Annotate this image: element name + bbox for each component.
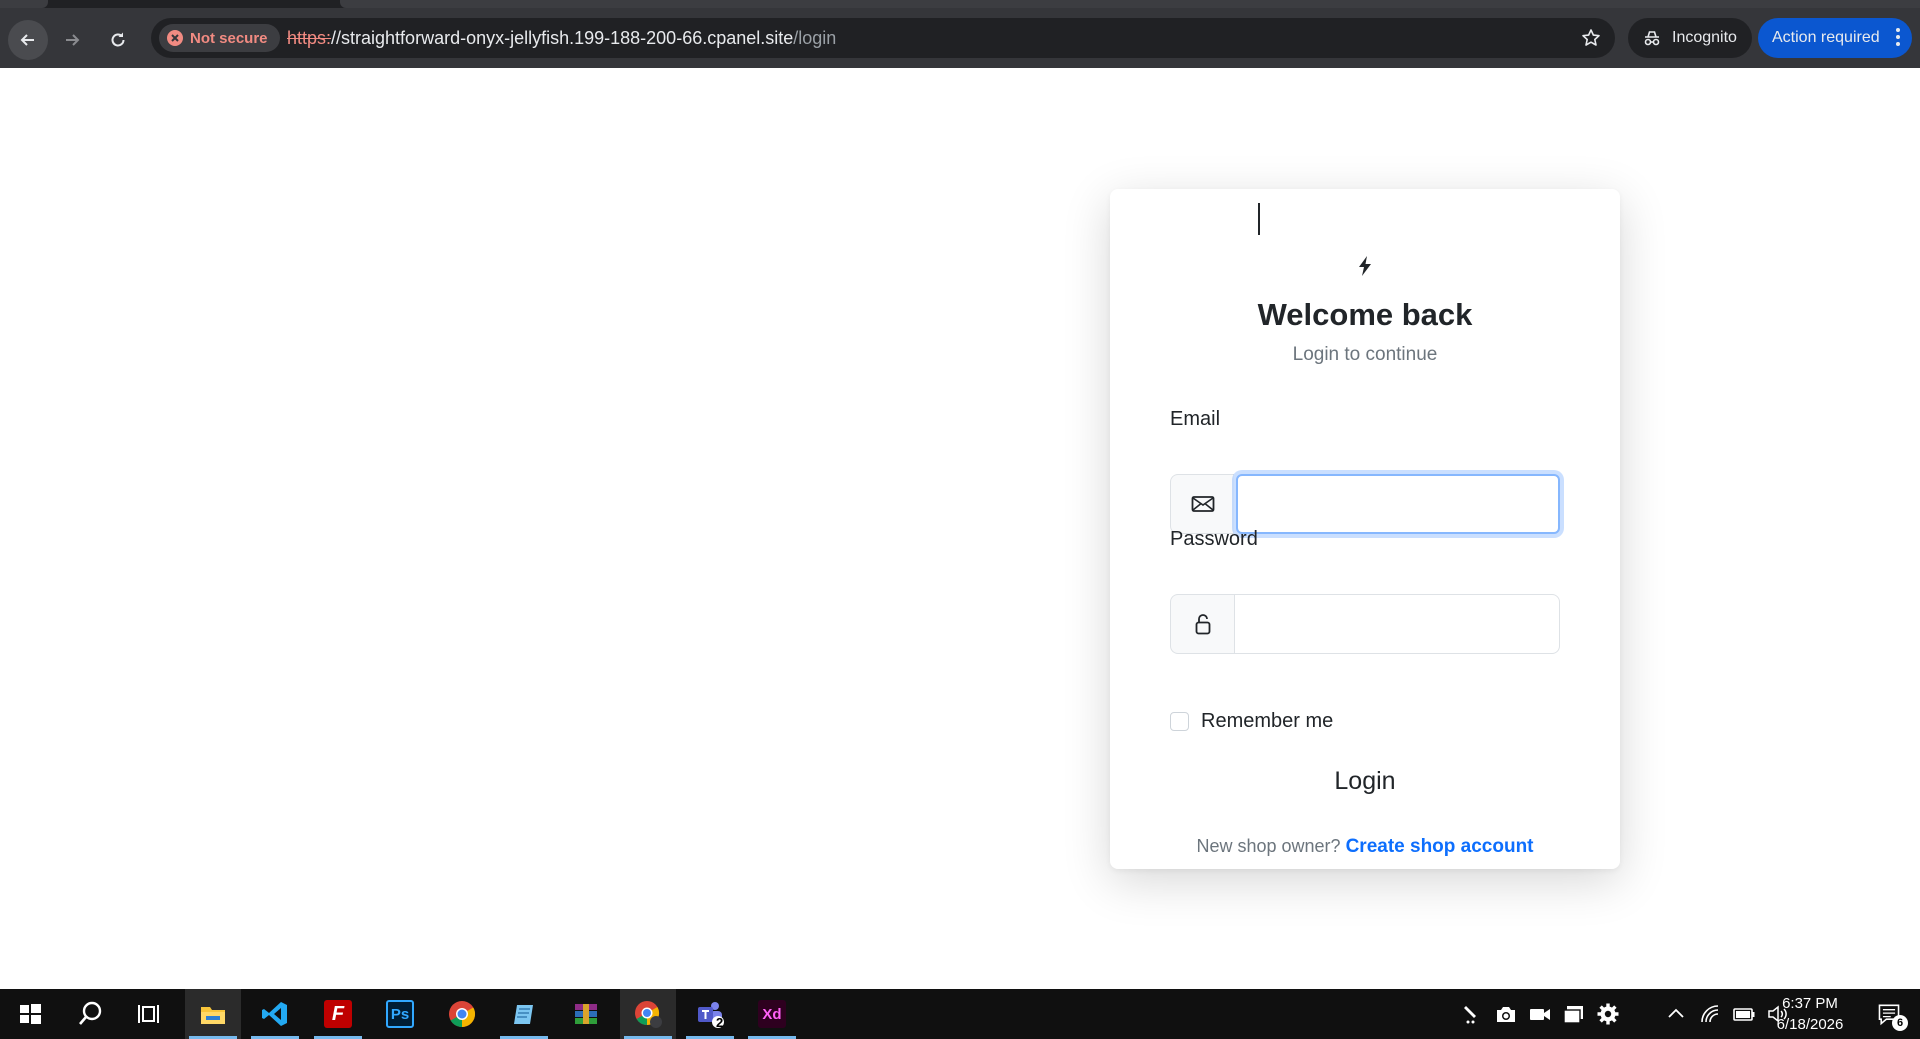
password-input-group [1170,594,1560,654]
taskbar-vscode[interactable] [247,989,303,1039]
password-field[interactable] [1234,594,1560,654]
taskbar-notepad[interactable] [496,989,552,1039]
url-path: /login [793,28,837,48]
start-button[interactable] [2,989,58,1039]
task-view-icon [138,1005,159,1023]
incognito-label: Incognito [1672,29,1737,46]
address-bar[interactable]: Not secure https://straightforward-onyx-… [151,18,1615,58]
clock-time: 6:37 PM [1782,995,1838,1012]
chrome-icon [449,1001,476,1028]
remember-me-row: Remember me [1170,710,1333,733]
login-button[interactable]: Login [1170,757,1560,805]
warning-icon [167,30,183,46]
taskbar: F Ps 2 Xd 6:37 PM 6/18/2026 6 [0,989,1920,1039]
taskbar-chrome[interactable] [434,989,490,1039]
photoshop-icon: Ps [386,1000,414,1028]
email-label: Email [1170,408,1221,430]
url-host: //straightforward-onyx-jellyfish.199-188… [331,28,794,48]
search-icon [79,1001,102,1025]
page-title: Welcome back [1257,297,1473,332]
gear-icon[interactable] [1596,1002,1620,1026]
page-subtitle: Login to continue [1292,344,1438,365]
incognito-icon [1644,31,1660,46]
notification-count: 6 [1892,1015,1908,1031]
email-input-group [1170,474,1560,534]
remember-me-label[interactable]: Remember me [1201,710,1333,733]
start-icon [20,1004,41,1024]
battery-icon[interactable] [1732,1002,1756,1026]
filezilla-icon: F [324,1000,352,1028]
system-clock[interactable]: 6:37 PM 6/18/2026 [1770,993,1850,1035]
action-required-button[interactable]: Action required [1758,18,1912,58]
action-label: Action required [1772,29,1880,46]
tab[interactable] [0,0,48,8]
security-indicator[interactable]: Not secure [159,24,280,52]
password-addon [1170,594,1234,654]
file-explorer-icon [201,1007,225,1024]
taskbar-photoshop[interactable]: Ps [372,989,428,1039]
screens-icon[interactable] [1562,1002,1586,1026]
chevron-up-icon[interactable] [1664,1002,1688,1026]
notification-center-button[interactable]: 6 [1864,989,1914,1039]
teams-badge: 2 [716,1015,724,1030]
taskbar-winrar[interactable] [558,989,614,1039]
envelope-icon [1191,496,1214,512]
login-card: Welcome back Login to continue Email Pas… [1110,189,1620,869]
video-camera-icon[interactable] [1528,1002,1552,1026]
bookmark-star-icon[interactable] [1581,28,1601,48]
signup-prompt-row: New shop owner? Create shop account [1110,836,1620,858]
taskbar-filezilla[interactable]: F [310,989,366,1039]
tab-strip [0,0,1920,8]
signup-prompt: New shop owner? [1196,836,1341,856]
url-text[interactable]: https://straightforward-onyx-jellyfish.1… [287,18,836,58]
search-button[interactable] [62,989,118,1039]
wifi-icon[interactable] [1698,1002,1722,1026]
notepad-icon [514,1005,533,1024]
forward-button[interactable] [52,20,92,60]
vscode-icon [262,1002,287,1026]
system-tray [1460,989,1790,1039]
lock-icon [1195,614,1210,635]
password-label: Password [1170,528,1258,550]
browser-toolbar: Not secure https://straightforward-onyx-… [0,8,1920,68]
task-view-button[interactable] [122,989,178,1039]
remember-me-checkbox[interactable] [1170,712,1189,731]
tray-app-icon[interactable] [1460,1002,1484,1026]
browser-chrome: Not secure https://straightforward-onyx-… [0,0,1920,68]
arrow-left-icon [20,34,34,46]
arrow-right-icon [66,34,80,46]
back-button[interactable] [8,20,48,60]
chrome-incognito-icon [635,1001,662,1028]
url-scheme: https: [287,28,332,48]
text-cursor [1258,203,1260,235]
more-vert-icon[interactable] [1896,28,1900,48]
reload-icon [111,32,125,47]
adobe-xd-icon: Xd [758,1000,786,1028]
clock-date: 6/18/2026 [1776,1016,1844,1033]
reload-button[interactable] [98,20,138,60]
lightning-icon [1359,256,1371,276]
create-shop-account-link[interactable]: Create shop account [1346,836,1534,857]
taskbar-teams[interactable]: 2 [682,989,738,1039]
security-label: Not secure [190,29,268,47]
taskbar-adobe-xd[interactable]: Xd [744,989,800,1039]
email-addon [1170,474,1234,534]
page-content: Welcome back Login to continue Email Pas… [0,68,1920,989]
taskbar-file-explorer[interactable] [185,989,241,1039]
incognito-indicator[interactable]: Incognito [1628,18,1752,58]
camera-icon[interactable] [1494,1002,1518,1026]
email-field[interactable] [1236,474,1560,534]
winrar-icon [575,1004,597,1024]
taskbar-chrome-incognito[interactable] [620,989,676,1039]
tab-strip-background [340,0,1920,8]
